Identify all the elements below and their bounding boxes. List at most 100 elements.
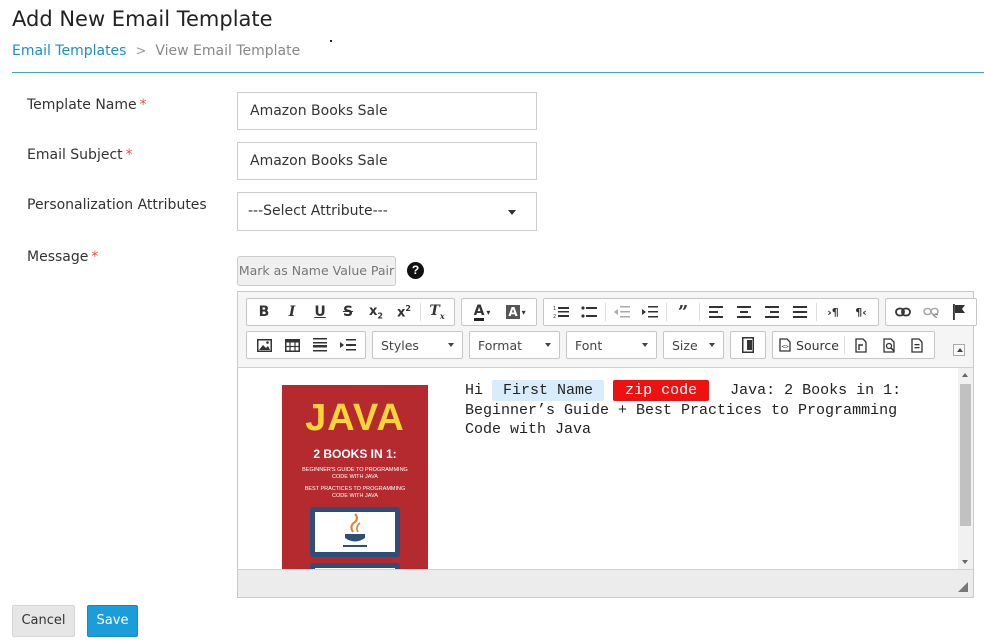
page-title: Add New Email Template (12, 7, 273, 31)
strikethrough-button[interactable]: S (334, 300, 362, 324)
required-marker: * (139, 97, 147, 113)
svg-text:2: 2 (553, 314, 556, 319)
justify-icon[interactable] (786, 300, 814, 324)
email-subject-label-text: Email Subject (27, 147, 123, 163)
toolbar-separator (699, 303, 700, 321)
editor-status-bar (238, 569, 973, 597)
remove-format-button[interactable]: Tx (423, 300, 451, 324)
outdent-icon[interactable] (608, 300, 636, 324)
template-name-label: Template Name * (27, 97, 147, 113)
toolbar-separator (420, 303, 421, 321)
bulleted-list-icon[interactable] (575, 300, 603, 324)
link-icon[interactable] (889, 300, 917, 324)
italic-button[interactable]: I (278, 300, 306, 324)
breadcrumb-current: View Email Template (155, 43, 301, 59)
styles-combo-label: Styles (381, 337, 419, 353)
ltr-direction-icon[interactable]: ›¶ (819, 300, 847, 324)
indent-icon[interactable] (636, 300, 664, 324)
vertical-scrollbar[interactable] (958, 368, 973, 569)
format-combo[interactable]: Format (469, 331, 560, 359)
toolbar-row-2: Styles Format Font Size <> Source (246, 331, 941, 359)
save-button[interactable]: Save (87, 605, 138, 637)
scrollbar-thumb[interactable] (960, 384, 971, 526)
toolbar-collapse-button[interactable] (953, 344, 965, 356)
styles-combo[interactable]: Styles (372, 331, 463, 359)
unlink-icon[interactable] (917, 300, 945, 324)
font-combo-label: Font (575, 337, 603, 353)
java-book-cover-image: JAVA 2 BOOKS IN 1: BEGINNER'S GUIDE TO P… (282, 385, 428, 569)
template-name-input[interactable]: Amazon Books Sale (237, 92, 537, 130)
scroll-up-arrow-icon[interactable] (962, 373, 968, 377)
personalization-label: Personalization Attributes (27, 197, 207, 213)
font-combo[interactable]: Font (566, 331, 657, 359)
breadcrumb-separator: > (135, 43, 147, 59)
toolbar-group-paragraph: 12 ” ›¶ ¶‹ (543, 298, 879, 326)
zip-code-tag[interactable]: zip code (613, 380, 710, 401)
size-combo-label: Size (672, 337, 698, 353)
horizontal-line-icon[interactable] (306, 333, 334, 357)
breadcrumb: Email Templates > View Email Template (12, 43, 300, 59)
chevron-down-icon (642, 343, 648, 347)
chevron-down-icon (545, 343, 551, 347)
superscript-button[interactable]: x2 (390, 300, 418, 324)
message-label-text: Message (27, 249, 89, 265)
indent-block-icon[interactable] (334, 333, 362, 357)
cancel-button[interactable]: Cancel (12, 605, 75, 637)
breadcrumb-email-templates-link[interactable]: Email Templates (12, 43, 126, 59)
background-color-button[interactable]: A ▾ (499, 300, 533, 324)
laptop-illustration (310, 507, 400, 557)
source-button[interactable]: <> Source (776, 333, 842, 357)
save-doc-icon[interactable] (847, 333, 875, 357)
chevron-down-icon (448, 343, 454, 347)
editor-content-area[interactable]: JAVA 2 BOOKS IN 1: BEGINNER'S GUIDE TO P… (238, 367, 973, 569)
size-combo[interactable]: Size (663, 331, 724, 359)
rtl-direction-icon[interactable]: ¶‹ (847, 300, 875, 324)
greeting-text: Hi (465, 382, 484, 399)
mark-name-value-button[interactable]: Mark as Name Value Pair (237, 256, 396, 286)
book-line-4: CODE WITH JAVA (332, 493, 378, 499)
required-marker: * (91, 249, 99, 265)
templates-icon[interactable] (903, 333, 931, 357)
source-label: Source (796, 337, 839, 353)
toolbar-group-links (885, 298, 977, 326)
help-icon[interactable]: ? (407, 262, 424, 279)
message-body[interactable]: Hi First Name zip code Java: 2 Books in … (465, 380, 945, 440)
toolbar-separator (844, 336, 845, 354)
personalization-select[interactable]: ---Select Attribute--- (237, 192, 537, 231)
message-line-3: Code with Java (465, 421, 592, 438)
bold-button[interactable]: B (250, 300, 278, 324)
header-divider (12, 72, 984, 73)
numbered-list-icon[interactable]: 12 (547, 300, 575, 324)
toolbar-row-1: B I U S x2 x2 Tx A ▾ A ▾ 12 ” ›¶ ¶‹ (246, 298, 983, 326)
book-line-3: BEST PRACTICES TO PROGRAMMING (304, 486, 406, 492)
resize-handle-icon[interactable] (958, 582, 968, 592)
template-name-label-text: Template Name (27, 97, 137, 113)
toolbar-group-colors: A ▾ A ▾ (461, 298, 537, 326)
underline-button[interactable]: U (306, 300, 334, 324)
book-line-1: BEGINNER'S GUIDE TO PROGRAMMING (302, 467, 408, 473)
scroll-down-arrow-icon[interactable] (962, 560, 968, 564)
maximize-icon[interactable] (734, 333, 762, 357)
subscript-button[interactable]: x2 (362, 300, 390, 324)
align-left-icon[interactable] (702, 300, 730, 324)
blockquote-icon[interactable]: ” (669, 300, 697, 324)
personalization-select-value: ---Select Attribute--- (248, 203, 388, 219)
email-subject-label: Email Subject * (27, 147, 133, 163)
toolbar-group-basicstyles: B I U S x2 x2 Tx (246, 298, 455, 326)
image-icon[interactable] (250, 333, 278, 357)
toolbar-group-document: <> Source (772, 331, 935, 359)
email-subject-input[interactable]: Amazon Books Sale (237, 142, 537, 180)
table-icon[interactable] (278, 333, 306, 357)
required-marker: * (125, 147, 133, 163)
book-title: JAVA (305, 397, 405, 439)
align-right-icon[interactable] (758, 300, 786, 324)
toolbar-separator (605, 303, 606, 321)
svg-text:1: 1 (553, 306, 556, 312)
align-center-icon[interactable] (730, 300, 758, 324)
text-color-button[interactable]: A ▾ (465, 300, 499, 324)
chevron-down-icon (508, 210, 516, 215)
preview-icon[interactable] (875, 333, 903, 357)
anchor-flag-icon[interactable] (945, 300, 973, 324)
first-name-tag[interactable]: First Name (492, 380, 605, 401)
rich-text-editor: B I U S x2 x2 Tx A ▾ A ▾ 12 ” ›¶ ¶‹ Styl… (237, 291, 977, 598)
